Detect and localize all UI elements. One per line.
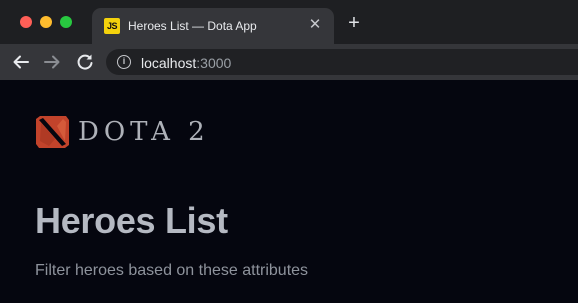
close-icon[interactable]: ✕ bbox=[306, 16, 324, 34]
dota-logo[interactable]: DOTA 2 bbox=[35, 115, 210, 149]
minimize-window-button[interactable] bbox=[40, 16, 52, 28]
tab-title: Heroes List — Dota App bbox=[128, 19, 257, 33]
info-icon[interactable]: i bbox=[117, 55, 131, 69]
dota-logo-icon bbox=[36, 116, 69, 148]
browser-tab-active[interactable]: JS Heroes List — Dota App ✕ bbox=[92, 8, 334, 44]
new-tab-button[interactable]: + bbox=[344, 13, 364, 33]
page-subtitle: Filter heroes based on these attributes bbox=[35, 262, 309, 279]
address-url[interactable]: localhost:3000 bbox=[141, 55, 231, 71]
url-port: :3000 bbox=[196, 55, 232, 71]
dota-logo-wordmark: DOTA 2 bbox=[78, 117, 210, 147]
window-controls bbox=[20, 16, 72, 28]
browser-tab-strip: JS Heroes List — Dota App ✕ + bbox=[0, 0, 578, 44]
js-favicon-icon: JS bbox=[104, 18, 120, 34]
address-bar[interactable]: i localhost:3000 bbox=[106, 49, 578, 75]
reload-icon[interactable] bbox=[73, 50, 97, 74]
close-window-button[interactable] bbox=[20, 16, 32, 28]
back-arrow-icon[interactable] bbox=[9, 50, 33, 74]
forward-arrow-icon[interactable] bbox=[40, 50, 64, 74]
page-title: Heroes List bbox=[35, 200, 228, 241]
browser-toolbar: i localhost:3000 bbox=[0, 44, 578, 80]
url-host: localhost bbox=[141, 55, 197, 71]
maximize-window-button[interactable] bbox=[60, 16, 72, 28]
page-content: DOTA 2 Heroes List Filter heroes based o… bbox=[0, 80, 578, 303]
